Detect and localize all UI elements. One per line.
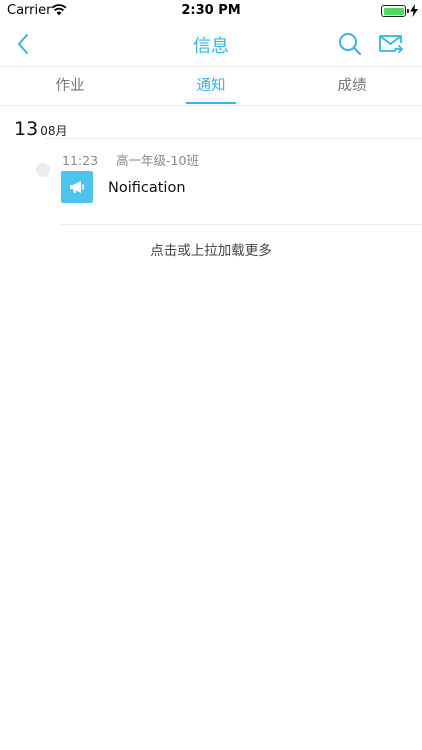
message-class: 高一年级-10班 [116,153,199,168]
active-tab-indicator [186,102,236,104]
battery-tip [407,9,409,13]
battery-icon [381,5,406,17]
date-header: 13 08月 [14,118,67,140]
load-more-button[interactable]: 点击或上拉加载更多 [0,239,422,259]
timeline-dot [36,163,50,177]
date-day: 13 [14,118,39,140]
tab-notifications[interactable]: 通知 [141,67,281,105]
message-title: Noification [108,180,186,196]
nav-bar: 信息 [0,22,422,66]
message-meta: 11:23 高一年级-10班 [62,150,199,169]
divider [45,138,422,139]
status-time: 2:30 PM [181,3,241,18]
status-bar: Carrier 2:30 PM [0,0,422,22]
tab-bar: 作业 通知 成绩 [0,66,422,106]
mail-compose-icon[interactable] [378,32,404,56]
search-icon[interactable] [337,31,363,57]
tab-homework[interactable]: 作业 [0,67,140,105]
date-month: 08月 [40,124,68,138]
charging-bolt-icon [410,4,418,17]
megaphone-icon [61,171,93,203]
message-time: 11:23 [62,153,99,168]
tab-grades[interactable]: 成绩 [282,67,422,105]
divider [60,224,422,225]
